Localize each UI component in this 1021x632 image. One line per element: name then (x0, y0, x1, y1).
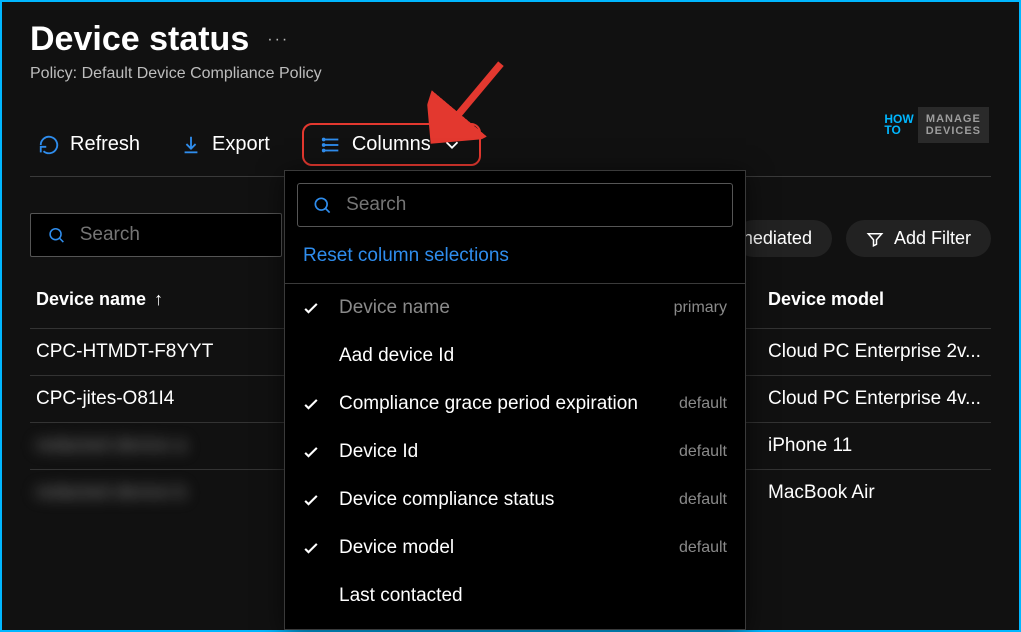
column-option[interactable]: Aad device Id (285, 332, 745, 380)
annotation-arrow-icon (424, 56, 521, 144)
more-button[interactable]: ··· (267, 31, 289, 49)
column-option-label: Compliance grace period expiration (339, 393, 638, 415)
columns-icon (320, 134, 342, 156)
search-icon (312, 194, 332, 216)
column-option[interactable]: Device Id default (285, 428, 745, 476)
filter-pill-remediated[interactable]: nediated (735, 220, 832, 257)
column-option-tag: default (679, 443, 727, 461)
column-option-tag: default (679, 491, 727, 509)
refresh-label: Refresh (70, 133, 140, 156)
page-search[interactable] (30, 213, 282, 257)
column-option-label: Last contacted (339, 585, 463, 607)
download-icon (180, 134, 202, 156)
add-filter-label: Add Filter (894, 228, 971, 249)
column-option[interactable]: Device compliance status default (285, 476, 745, 524)
column-option[interactable]: Last contacted (285, 572, 745, 620)
checkmark-icon (299, 442, 323, 462)
export-label: Export (212, 133, 270, 156)
refresh-icon (38, 134, 60, 156)
column-option-label: Device model (339, 537, 454, 559)
export-button[interactable]: Export (172, 127, 278, 162)
add-filter-button[interactable]: Add Filter (846, 220, 991, 257)
checkmark-icon (299, 394, 323, 414)
sort-ascending-icon: ↑ (154, 289, 163, 310)
columns-search[interactable] (297, 183, 733, 227)
refresh-button[interactable]: Refresh (30, 127, 148, 162)
column-option-label: Aad device Id (339, 345, 454, 367)
column-option[interactable]: Compliance grace period expiration defaul… (285, 380, 745, 428)
columns-dropdown: Reset column selections Device name prima… (284, 170, 746, 630)
column-option[interactable]: Device model default (285, 524, 745, 572)
search-icon (47, 224, 66, 246)
checkmark-icon (299, 298, 323, 318)
page-search-input[interactable] (80, 224, 265, 246)
watermark-logo: HOWTO MANAGEDEVICES (884, 107, 989, 143)
column-header-label: Device model (768, 289, 884, 310)
cell-device-model: Cloud PC Enterprise 2v... (756, 341, 985, 363)
column-header-device-model[interactable]: Device model (756, 289, 985, 310)
checkmark-icon (299, 490, 323, 510)
column-option-tag: default (679, 395, 727, 413)
checkmark-icon (299, 538, 323, 558)
page-title: Device status (30, 20, 249, 59)
columns-label: Columns (352, 133, 431, 156)
cell-device-model: iPhone 11 (756, 435, 985, 457)
reset-columns-link[interactable]: Reset column selections (285, 235, 745, 277)
column-header-label: Device name (36, 289, 146, 310)
column-option-tag: default (679, 539, 727, 557)
filter-icon (866, 230, 884, 248)
cell-device-model: MacBook Air (756, 482, 985, 504)
column-option-label: Device compliance status (339, 489, 554, 511)
column-option-label: Device name (339, 297, 450, 319)
columns-search-input[interactable] (346, 194, 718, 216)
cell-device-model: Cloud PC Enterprise 4v... (756, 388, 985, 410)
columns-dropdown-scroll[interactable]: Reset column selections Device name prima… (285, 171, 745, 629)
filter-pill-label: nediated (743, 228, 812, 249)
column-option[interactable]: Device name primary (285, 284, 745, 332)
column-option-tag: primary (674, 299, 727, 317)
column-option-label: Device Id (339, 441, 418, 463)
